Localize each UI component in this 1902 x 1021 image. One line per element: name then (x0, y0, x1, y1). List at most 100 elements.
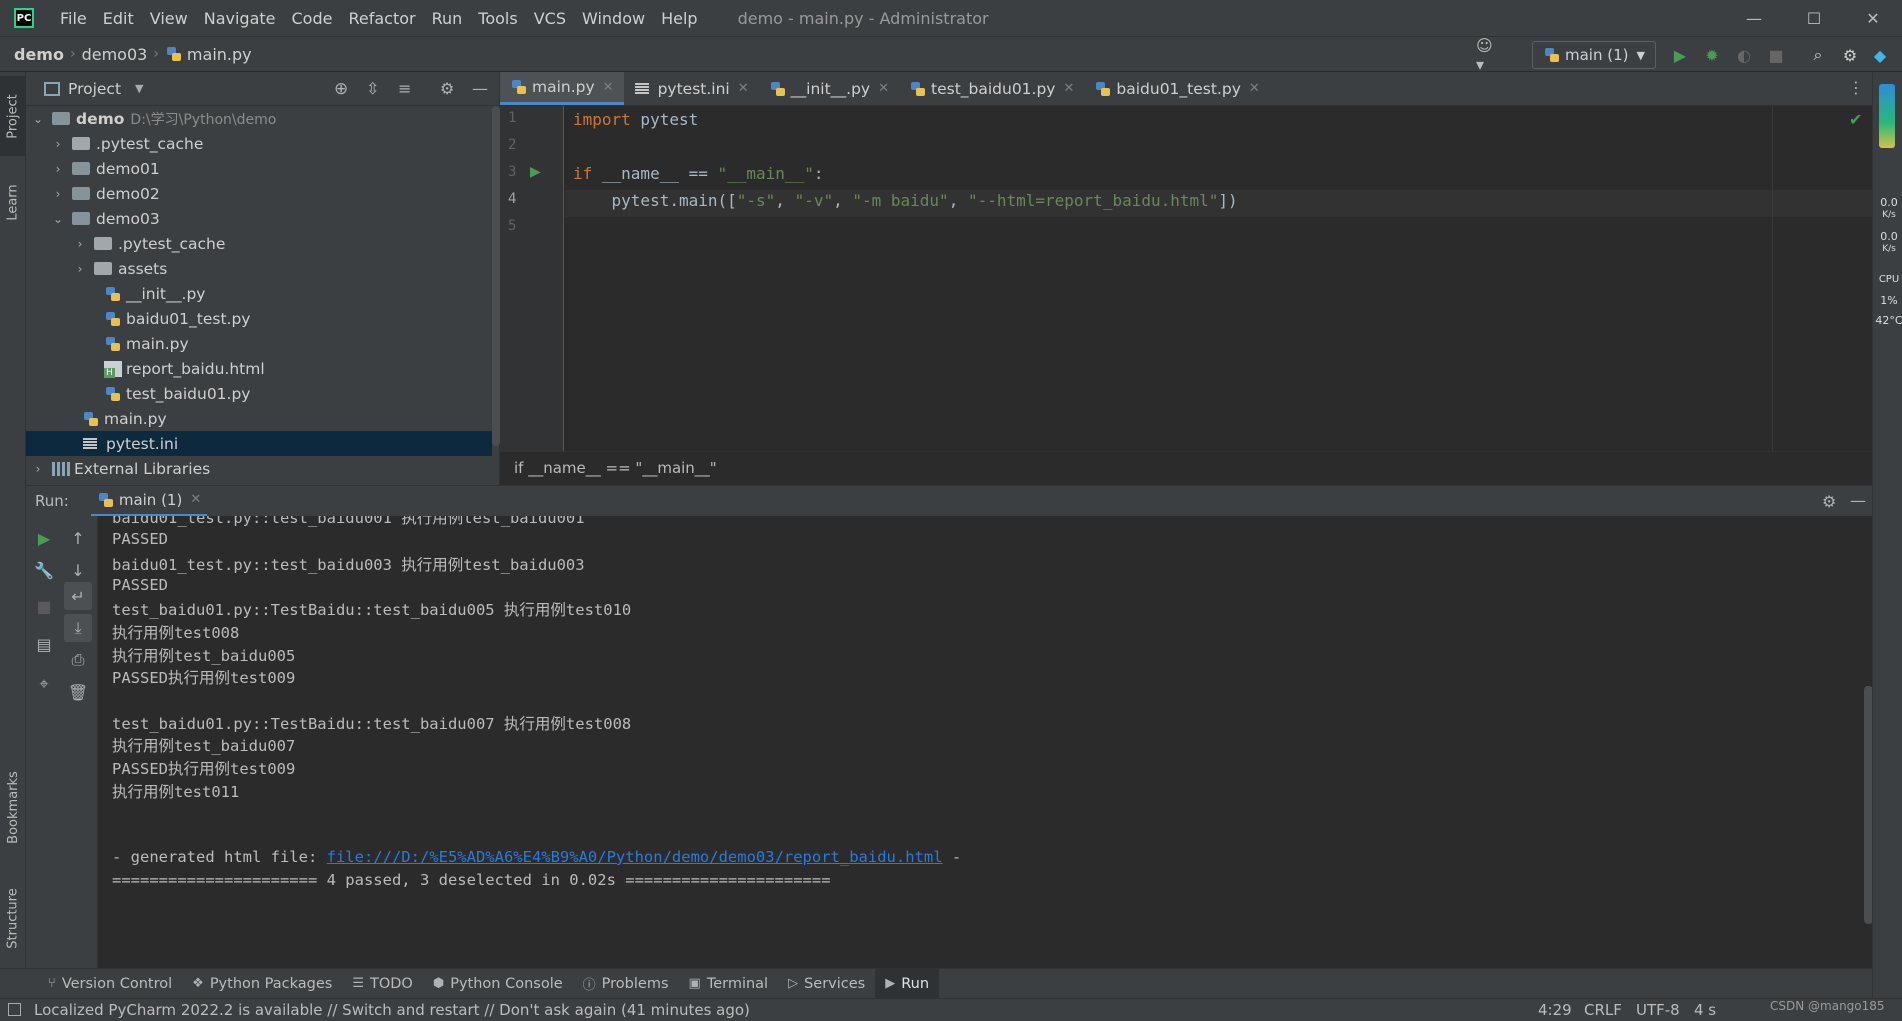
hide-panel-icon[interactable]: — (1850, 491, 1866, 510)
project-panel-title[interactable]: Project (68, 80, 121, 98)
tree-item-pytest-cache[interactable]: › .pytest_cache (26, 131, 492, 156)
tool-tab-learn[interactable]: Learn (0, 164, 26, 240)
close-window-icon[interactable]: ✕ (1844, 0, 1902, 36)
up-arrow-icon[interactable]: ↑ (64, 524, 92, 552)
tree-item-main-py[interactable]: main.py (26, 406, 492, 431)
soft-wrap-icon[interactable]: ↵ (64, 582, 92, 610)
close-tab-icon[interactable]: ✕ (738, 81, 749, 96)
tab-main-py[interactable]: main.py ✕ (500, 72, 624, 105)
tool-tab-project[interactable]: Project (0, 76, 26, 156)
print-icon[interactable]: ⎙ (64, 646, 92, 674)
user-icon[interactable]: ☺▾ (1476, 36, 1500, 74)
code-editor[interactable]: import pytest if __name__ == "__main__":… (565, 106, 1872, 451)
tool-todo[interactable]: ☰ TODO (342, 969, 423, 999)
pin-icon[interactable]: ⌖ (30, 670, 58, 698)
tool-services[interactable]: ▷ Services (778, 969, 875, 999)
tab-init-py[interactable]: __init__.py ✕ (759, 72, 899, 105)
tree-item-demo03-pytest-cache[interactable]: › .pytest_cache (26, 231, 492, 256)
chevron-right-icon[interactable]: › (74, 262, 86, 276)
menu-vcs[interactable]: VCS (526, 9, 574, 28)
minimize-icon[interactable]: — (1725, 0, 1783, 36)
menu-help[interactable]: Help (653, 9, 705, 28)
tool-terminal[interactable]: ▣ Terminal (679, 969, 779, 999)
tool-tab-bookmarks[interactable]: Bookmarks (0, 752, 26, 862)
rerun-icon[interactable]: ▶ (30, 524, 58, 552)
status-message[interactable]: Localized PyCharm 2022.2 is available //… (34, 1001, 750, 1019)
tool-version-control[interactable]: ⑂ Version Control (38, 969, 182, 999)
tree-item-demo01[interactable]: › demo01 (26, 156, 492, 181)
tree-item-external-libraries[interactable]: › External Libraries (26, 456, 492, 481)
chevron-right-icon[interactable]: › (52, 162, 64, 176)
menu-navigate[interactable]: Navigate (196, 9, 284, 28)
tree-item-demo03[interactable]: ⌄ demo03 (26, 206, 492, 231)
tool-problems[interactable]: ⓘ Problems (573, 969, 679, 999)
status-caret-position[interactable]: 4:29 (1538, 1001, 1572, 1019)
down-arrow-icon[interactable]: ↓ (64, 556, 92, 584)
status-encoding[interactable]: UTF-8 (1636, 1001, 1680, 1019)
tab-pytest-ini[interactable]: pytest.ini ✕ (624, 72, 759, 105)
tree-item-demo02[interactable]: › demo02 (26, 181, 492, 206)
tree-item-demo[interactable]: ⌄ demo D:\学习\Python\demo (26, 106, 492, 131)
notifications-icon[interactable] (1879, 84, 1895, 148)
close-tab-icon[interactable]: ✕ (603, 80, 614, 95)
tree-item-init-py[interactable]: __init__.py (26, 281, 492, 306)
tree-item-baidu01-test-py[interactable]: baidu01_test.py (26, 306, 492, 331)
tree-item-demo03-main-py[interactable]: main.py (26, 331, 492, 356)
chevron-right-icon[interactable]: › (74, 237, 86, 251)
toolbox-icon[interactable]: ◆ (1868, 43, 1892, 67)
breadcrumb-folder[interactable]: demo03 (76, 45, 154, 64)
status-line-separator[interactable]: CRLF (1584, 1001, 1622, 1019)
tree-item-assets[interactable]: › assets (26, 256, 492, 281)
status-indent[interactable]: 4 s (1694, 1001, 1716, 1019)
menu-tools[interactable]: Tools (470, 9, 525, 28)
menu-refactor[interactable]: Refactor (340, 9, 423, 28)
tree-item-pytest-ini[interactable]: pytest.ini (26, 431, 492, 456)
tool-run[interactable]: ▶ Run (875, 968, 940, 999)
close-tab-icon[interactable]: ✕ (1249, 81, 1260, 96)
chevron-right-icon[interactable]: › (52, 137, 64, 151)
more-tabs-icon[interactable]: ⋮ (1848, 78, 1864, 97)
tree-item-report-baidu-html[interactable]: report_baidu.html (26, 356, 492, 381)
collapse-all-icon[interactable]: ≡ (398, 79, 411, 98)
tool-python-console[interactable]: ⬢ Python Console (423, 969, 573, 999)
scroll-to-end-icon[interactable]: ⤓ (64, 614, 92, 642)
tool-python-packages[interactable]: ❖ Python Packages (182, 969, 342, 999)
trash-icon[interactable]: 🗑 (64, 678, 92, 706)
run-icon[interactable]: ▶ (1668, 43, 1692, 67)
tool-tab-structure[interactable]: Structure (0, 868, 26, 968)
project-scrollbar[interactable] (492, 106, 500, 446)
tree-item-test-baidu01-py[interactable]: test_baidu01.py (26, 381, 492, 406)
gear-icon[interactable]: ⚙ (1838, 43, 1862, 67)
close-tab-icon[interactable]: ✕ (1063, 81, 1074, 96)
maximize-icon[interactable]: ☐ (1785, 0, 1843, 36)
editor-breadcrumb[interactable]: if __name__ == "__main__" (500, 451, 1872, 483)
close-tab-icon[interactable]: ✕ (878, 81, 889, 96)
chevron-down-icon[interactable]: ⌄ (52, 212, 64, 226)
stop-icon[interactable]: ■ (30, 592, 58, 620)
debug-icon[interactable]: ✹ (1700, 43, 1724, 67)
menu-window[interactable]: Window (574, 9, 653, 28)
tab-test-baidu01-py[interactable]: test_baidu01.py ✕ (899, 72, 1084, 105)
breadcrumb-project[interactable]: demo (8, 45, 70, 64)
expand-all-icon[interactable]: ⇳ (366, 79, 379, 98)
gear-icon[interactable]: ⚙ (1822, 492, 1836, 511)
run-configuration-select[interactable]: main (1) ▼ (1532, 41, 1656, 69)
run-gutter-icon[interactable]: ▶ (530, 164, 541, 180)
panel-toggle-icon[interactable] (8, 1003, 21, 1016)
run-console-output[interactable]: baidu01_test.py::test_baidu001 执行用例test_… (98, 516, 1872, 968)
locate-file-icon[interactable]: ⊕ (334, 79, 348, 99)
chevron-right-icon[interactable]: › (52, 187, 64, 201)
no-problems-check-icon[interactable]: ✔ (1849, 110, 1862, 129)
breadcrumb-file[interactable]: main.py (187, 45, 258, 64)
search-icon[interactable]: ⌕ (1806, 43, 1830, 67)
tab-baidu01-test-py[interactable]: baidu01_test.py ✕ (1084, 72, 1269, 105)
menu-file[interactable]: File (52, 9, 95, 28)
chevron-right-icon[interactable]: › (32, 462, 44, 476)
gear-icon[interactable]: ⚙ (440, 79, 454, 98)
menu-view[interactable]: View (142, 9, 196, 28)
report-file-link[interactable]: file:///D:/%E5%AD%A6%E4%B9%A0/Python/dem… (327, 848, 943, 866)
wrench-icon[interactable]: 🔧 (30, 556, 58, 584)
run-tab-main[interactable]: main (1) ✕ (90, 486, 208, 517)
chevron-down-icon[interactable]: ⌄ (32, 112, 44, 126)
layout-icon[interactable]: ▤ (30, 630, 58, 658)
